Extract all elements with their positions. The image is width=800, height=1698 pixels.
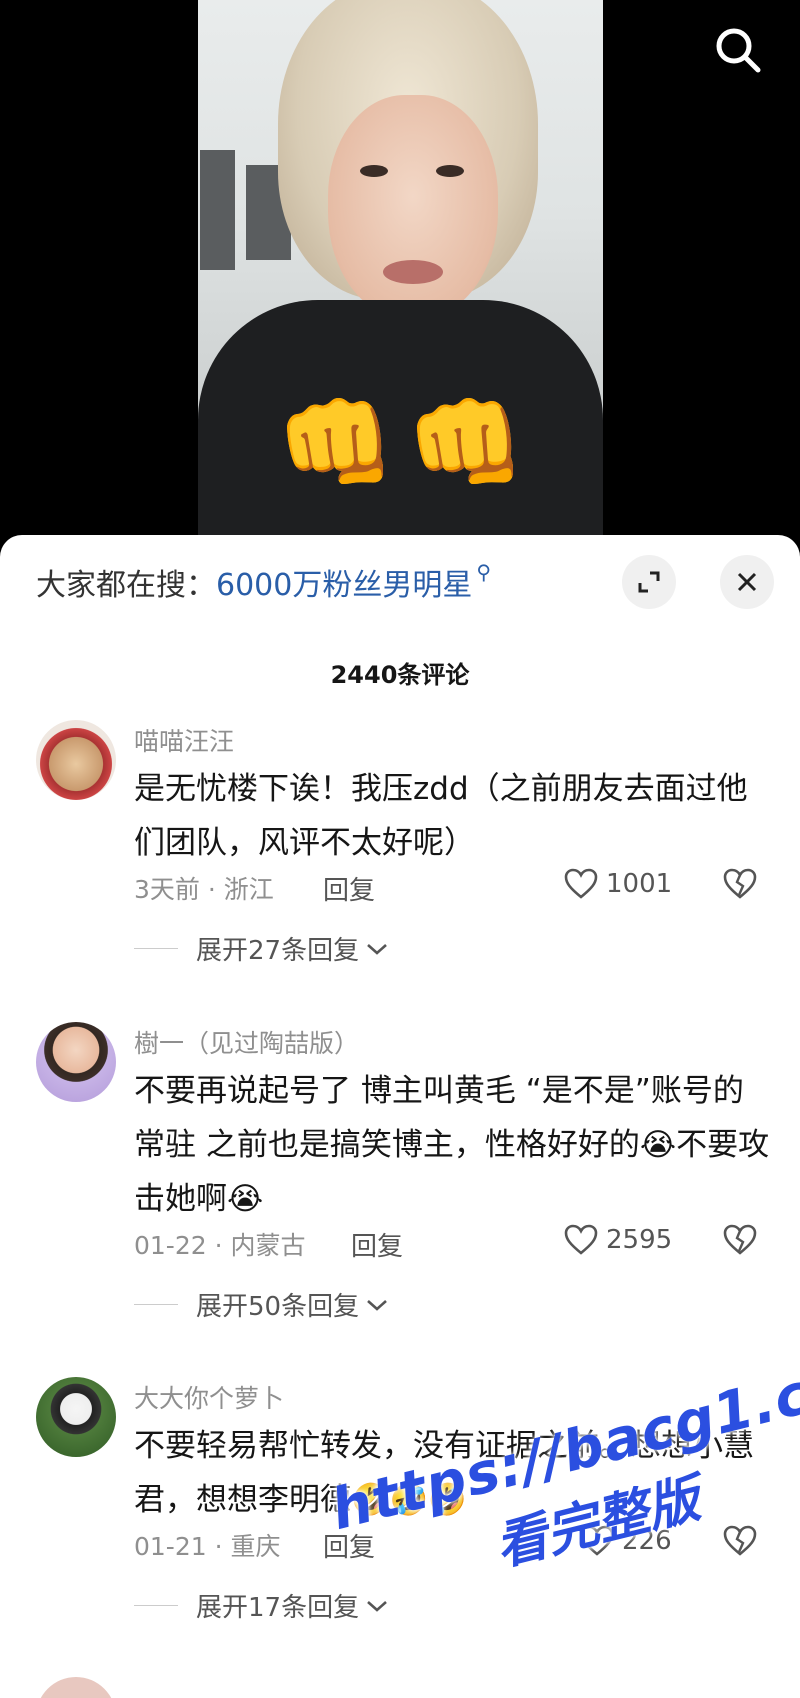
avatar[interactable] [36, 720, 116, 800]
close-button[interactable] [720, 555, 774, 609]
avatar[interactable] [36, 1677, 116, 1698]
expand-replies[interactable]: 展开17条回复 [134, 1587, 389, 1624]
like-button[interactable]: 226 [580, 1525, 672, 1557]
person-face [328, 95, 498, 320]
comment-item: 喵喵汪汪 是无忧楼下诶！我压zdd（之前朋友去面过他们团队，风评不太好呢） 3天… [0, 720, 800, 1020]
expand-replies-label: 展开27条回复 [196, 936, 360, 966]
comment-username[interactable]: 大大你个萝卜 [134, 1379, 284, 1415]
comment-meta: 3天前 · 浙江 [134, 875, 274, 904]
search-small-icon: ⚲ [476, 560, 492, 584]
video-frame[interactable]: 👊 👊 [198, 0, 603, 540]
expand-replies[interactable]: 展开27条回复 [134, 930, 389, 967]
comments-sheet: 大家都在搜： 6000万粉丝男明星 ⚲ 2440条评论 喵喵汪汪 是无忧楼下诶！… [0, 535, 800, 1698]
broken-heart-icon [723, 1224, 757, 1255]
reply-button[interactable]: 回复 [323, 1527, 375, 1564]
comment-text: 不要轻易帮忙转发，没有证据之前。想想小慧君，想想李明德🤣🤣🤣 [134, 1428, 754, 1518]
search-button[interactable] [710, 22, 766, 78]
divider-dash [134, 1605, 178, 1606]
fist-emoji: 👊 [276, 387, 396, 499]
divider-dash [134, 1304, 178, 1305]
divider-dash [134, 948, 178, 949]
comment-username[interactable]: 喵喵汪汪 [134, 722, 234, 758]
heart-icon [580, 1525, 614, 1556]
expand-replies[interactable]: 展开50条回复 [134, 1286, 389, 1323]
comment-meta: 01-21 · 重庆 [134, 1532, 281, 1561]
comment-item: 大大你个萝卜 不要轻易帮忙转发，没有证据之前。想想小慧君，想想李明德🤣🤣🤣 01… [0, 1377, 800, 1677]
heart-icon [564, 1224, 598, 1255]
eye [360, 165, 388, 177]
dislike-button[interactable] [722, 1224, 758, 1260]
eye [436, 165, 464, 177]
avatar[interactable] [36, 1022, 116, 1102]
reply-button[interactable]: 回复 [323, 870, 375, 907]
dislike-button[interactable] [722, 1525, 758, 1561]
expand-replies-label: 展开17条回复 [196, 1593, 360, 1623]
person-jacket [198, 300, 603, 540]
chevron-down-icon [367, 1299, 387, 1311]
like-button[interactable]: 1001 [564, 868, 672, 900]
broken-heart-icon [723, 868, 757, 899]
comment-text: 是无忧楼下诶！我压zdd（之前朋友去面过他们团队，风评不太好呢） [134, 771, 748, 861]
dislike-button[interactable] [722, 868, 758, 904]
like-count: 1001 [606, 869, 673, 899]
comment-item: 樹一（见过陶喆版） 不要再说起号了 博主叫黄毛 “是不是”账号的常驻 之前也是搞… [0, 1022, 800, 1352]
search-suggestion-term[interactable]: 6000万粉丝男明星 [216, 560, 472, 604]
mouth [383, 260, 443, 284]
search-icon [716, 28, 761, 73]
like-button[interactable]: 2595 [564, 1224, 672, 1256]
comment-username[interactable]: 樹一（见过陶喆版） [134, 1024, 359, 1060]
broken-heart-icon [723, 1525, 757, 1556]
comment-text: 不要再说起号了 博主叫黄毛 “是不是”账号的常驻 之前也是搞笑博主，性格好好的😭… [134, 1073, 770, 1217]
comment-count: 2440条评论 [330, 661, 470, 689]
chevron-down-icon [367, 1600, 387, 1612]
like-count: 226 [622, 1526, 672, 1556]
background-panel [200, 150, 235, 270]
expand-sheet-button[interactable] [622, 555, 676, 609]
heart-icon [564, 868, 598, 899]
search-suggestion[interactable]: 大家都在搜： 6000万粉丝男明星 ⚲ [36, 557, 491, 607]
search-suggestion-prefix: 大家都在搜： [36, 568, 216, 603]
comment-meta: 01-22 · 内蒙古 [134, 1231, 306, 1260]
reply-button[interactable]: 回复 [351, 1226, 403, 1263]
expand-replies-label: 展开50条回复 [196, 1292, 360, 1322]
chevron-down-icon [367, 943, 387, 955]
fist-emoji: 👊 [406, 387, 526, 499]
close-icon [737, 572, 757, 592]
expand-icon [638, 571, 660, 593]
avatar[interactable] [36, 1377, 116, 1457]
like-count: 2595 [606, 1225, 673, 1255]
video-player[interactable]: 👊 👊 [0, 0, 800, 540]
